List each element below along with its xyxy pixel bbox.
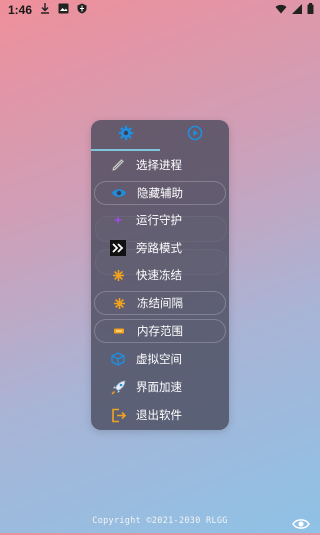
menu-item-label: 快速冻结 [136,268,182,282]
menu-item-exit-app[interactable]: 退出软件 [94,403,226,427]
menu-item-quick-freeze[interactable]: 快速冻结 [94,263,226,287]
menu-item-select-process[interactable]: 选择进程 [94,153,226,177]
exit-icon [110,407,126,423]
memory-icon [111,323,127,339]
snowflake-icon [110,267,126,283]
status-right [275,3,314,17]
menu-item-virtual-space[interactable]: 虚拟空间 [94,347,226,371]
pen-icon [110,157,126,173]
bypass-icon [110,240,126,256]
tab-indicator [91,149,160,151]
status-time: 1:46 [8,3,33,17]
battery-icon [307,3,314,17]
status-bar: 1:46 [0,0,320,20]
signal-icon [292,3,302,17]
cube-icon [110,351,126,367]
panel-tabs [91,120,229,151]
menu-item-label: 界面加速 [136,380,182,394]
eye-icon[interactable] [292,516,310,530]
gear-icon [118,125,134,145]
menu-item-bypass-mode[interactable]: 旁路模式 [94,236,226,260]
menu-item-label: 旁路模式 [136,241,182,255]
tab-settings[interactable] [91,120,160,150]
floating-menu-panel: 选择进程 隐藏辅助 运行守护 旁路模式 快速冻结 冻结间隔 内存范围 虚拟空间 … [91,120,229,430]
menu-item-hide-assist[interactable]: 隐藏辅助 [94,181,226,205]
image-icon [58,3,69,17]
play-icon [187,125,203,145]
menu-item-ui-acceleration[interactable]: 界面加速 [94,375,226,399]
wifi-icon [275,4,287,17]
menu-item-label: 虚拟空间 [136,352,182,366]
snowflake-icon [111,295,127,311]
menu-item-freeze-interval[interactable]: 冻结间隔 [94,291,226,315]
download-icon [40,3,50,17]
rocket-icon [110,379,126,395]
copyright-text: Copyright ©2021-2030 RLGG [92,516,228,526]
tab-play[interactable] [160,120,229,150]
menu-item-run-guard[interactable]: 运行守护 [94,208,226,232]
menu-item-label: 隐藏辅助 [137,186,183,200]
menu-item-label: 冻结间隔 [137,296,183,310]
menu-item-label: 选择进程 [136,158,182,172]
menu-item-label: 内存范围 [137,324,183,338]
menu-item-label: 运行守护 [136,213,182,227]
menu-item-memory-range[interactable]: 内存范围 [94,319,226,343]
shield-icon [77,3,87,17]
sparkle-icon [110,212,126,228]
menu-item-label: 退出软件 [136,408,182,422]
eye-icon [111,185,127,201]
